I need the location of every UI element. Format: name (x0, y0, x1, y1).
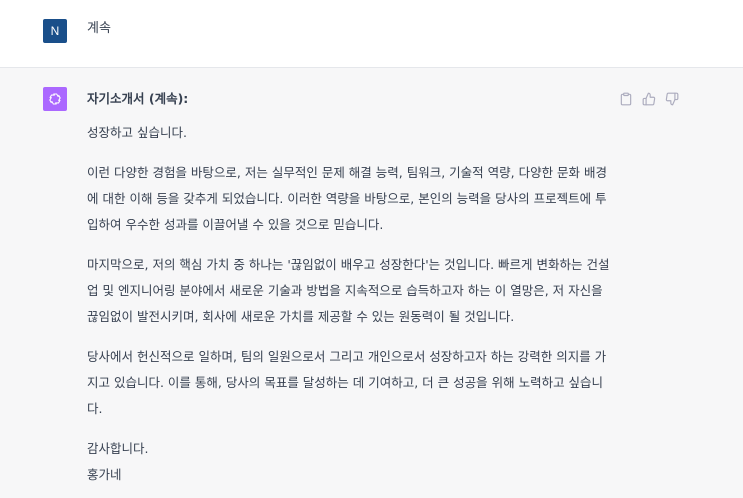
clipboard-icon (620, 92, 632, 106)
user-message-row: N 계속 (0, 0, 743, 68)
copy-button[interactable] (617, 90, 635, 108)
message-actions (617, 90, 681, 108)
message-signature: 홍가네 (87, 467, 122, 482)
message-paragraph: 당사에서 헌신적으로 일하며, 팀의 일원으로서 그리고 개인으로서 성장하고자… (87, 349, 607, 416)
thumbs-down-icon (665, 92, 679, 106)
assistant-message-row: 자기소개서 (계속): 성장하고 싶습니다. 이런 다양한 경험을 바탕으로, … (0, 68, 743, 498)
message-paragraph: 성장하고 싶습니다. (87, 125, 187, 140)
message-title: 자기소개서 (계속): (87, 91, 189, 106)
message-paragraph: 마지막으로, 저의 핵심 가치 중 하나는 '끊임없이 배우고 성장한다'는 것… (87, 257, 610, 324)
dislike-button[interactable] (663, 90, 681, 108)
assistant-message-content: 자기소개서 (계속): 성장하고 싶습니다. 이런 다양한 경험을 바탕으로, … (87, 88, 612, 488)
message-closing: 감사합니다. (87, 441, 149, 456)
chatgpt-logo-icon (43, 87, 67, 111)
like-button[interactable] (640, 90, 658, 108)
user-message-text: 계속 (87, 21, 111, 36)
thumbs-up-icon (642, 92, 656, 106)
user-avatar: N (43, 19, 67, 43)
message-paragraph: 이런 다양한 경험을 바탕으로, 저는 실무적인 문제 해결 능력, 팀워크, … (87, 165, 608, 232)
